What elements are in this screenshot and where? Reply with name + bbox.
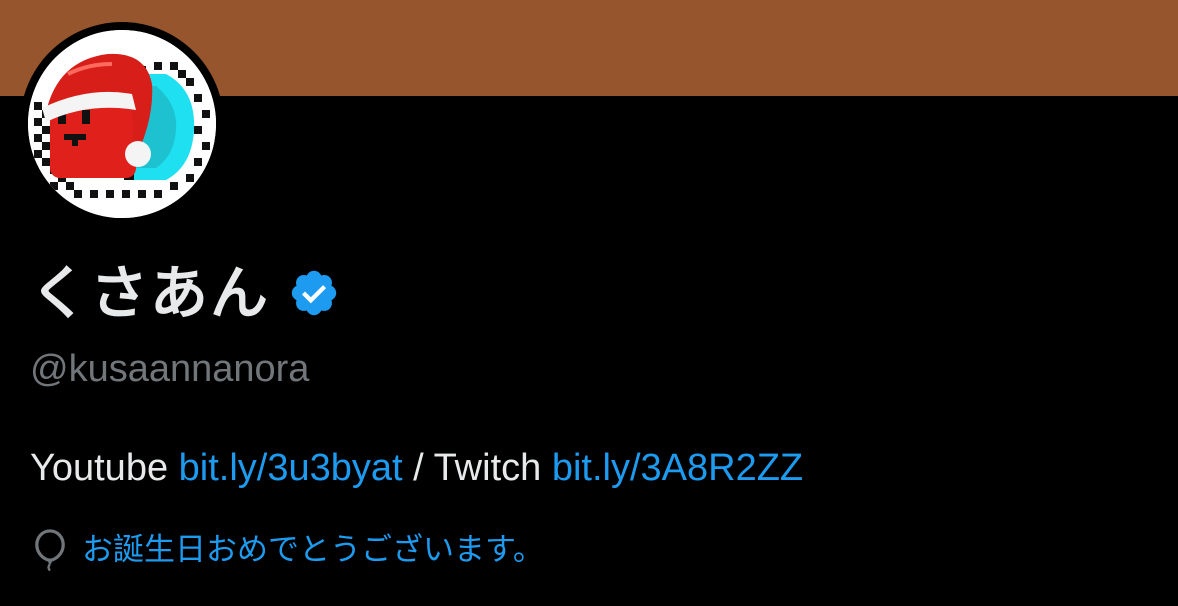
pixel-santa-taiko-avatar [28,30,216,218]
avatar-image [28,30,216,218]
birthday-row[interactable]: お誕生日おめでとうございます。 [32,528,544,572]
profile-page: くさあん @kusaannanora Youtube bit.ly/3u3bya… [0,0,1178,606]
bio-separator: / Twitch [402,447,552,489]
profile-handle: @kusaannanora [30,348,310,390]
twitch-link[interactable]: bit.ly/3A8R2ZZ [552,447,803,489]
profile-bio: Youtube bit.ly/3u3byat / Twitch bit.ly/3… [30,444,803,492]
name-row: くさあん [30,255,340,331]
balloon-icon [35,529,65,572]
youtube-link[interactable]: bit.ly/3u3byat [179,447,403,489]
profile-avatar[interactable] [20,22,224,226]
birthday-message[interactable]: お誕生日おめでとうございます。 [82,528,544,572]
verified-badge-icon[interactable] [288,267,340,319]
display-name: くさあん [30,259,271,327]
bio-youtube-label: Youtube [30,447,179,489]
